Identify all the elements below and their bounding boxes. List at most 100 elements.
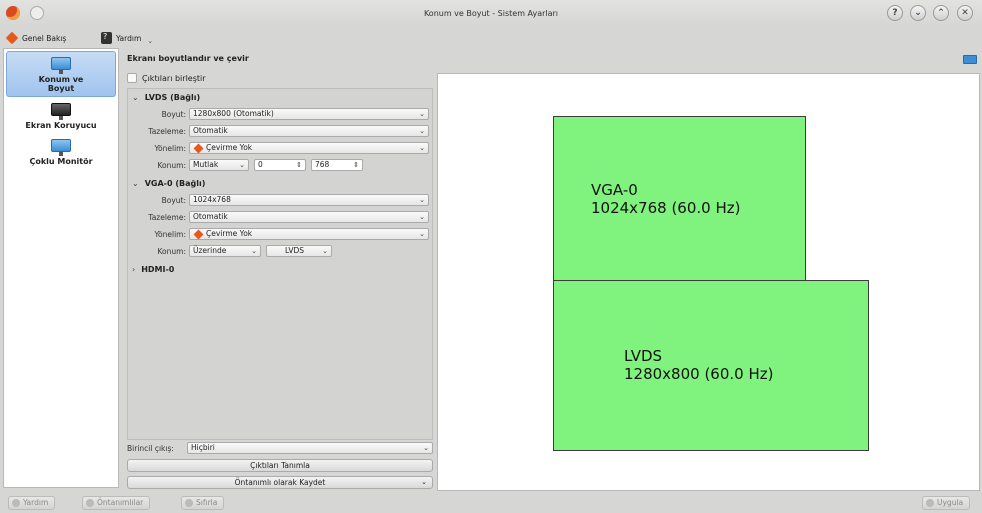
- collapse-arrow-icon: ›: [132, 265, 136, 274]
- reset-icon: [185, 499, 193, 507]
- chevron-down-icon: ⌄: [419, 213, 425, 221]
- help-button[interactable]: Yardım: [8, 496, 56, 510]
- spin-arrows-icon: ⇕: [296, 161, 302, 169]
- screen-mode: 1280x800 (60.0 Hz): [624, 365, 774, 383]
- lvds-position-x-value: 0: [258, 160, 263, 169]
- lvds-header-label: LVDS (Bağlı): [144, 93, 201, 102]
- vga-position-relative-select[interactable]: LVDS ⌄: [266, 245, 332, 257]
- overview-icon: [5, 31, 19, 45]
- sidebar-item-label: Boyut: [47, 84, 75, 93]
- defaults-icon: [86, 499, 94, 507]
- sidebar-item-label: Konum ve: [38, 75, 84, 84]
- overview-button[interactable]: Genel Bakış: [5, 31, 67, 45]
- combine-outputs-label: Çıktıları birleştir: [142, 73, 206, 83]
- chevron-down-icon: ⌄: [251, 247, 257, 255]
- vga-section-header[interactable]: ⌄ VGA-0 (Bağlı): [132, 179, 205, 188]
- lvds-refresh-value: Otomatik: [193, 126, 228, 135]
- orientation-label: Yönelim:: [154, 144, 186, 153]
- lvds-position-mode-value: Mutlak: [193, 160, 219, 169]
- screensaver-monitor-icon: [51, 103, 71, 120]
- defaults-button-label: Öntanımlılar: [97, 498, 144, 507]
- vga-position-mode-select[interactable]: Üzerinde ⌄: [189, 245, 261, 257]
- minimize-button[interactable]: ⌄: [910, 5, 926, 21]
- sidebar-item-position-size[interactable]: Konum ve Boyut: [6, 51, 116, 97]
- help-menu-button[interactable]: Yardım ⌄: [101, 31, 153, 45]
- lvds-orientation-value: Çevirme Yok: [206, 143, 253, 152]
- sidebar-item-multi-monitor[interactable]: Çoklu Monitör: [6, 137, 116, 173]
- lvds-section-header[interactable]: ⌄ LVDS (Bağlı): [132, 93, 200, 102]
- reset-button-label: Sıfırla: [196, 498, 218, 507]
- vga-refresh-select[interactable]: Otomatik ⌄: [189, 211, 429, 223]
- monitor-icon: [963, 55, 977, 64]
- size-label: Boyut:: [161, 196, 186, 205]
- title-bar: Konum ve Boyut - Sistem Ayarları ? ⌄ ⌃ ✕: [0, 0, 982, 28]
- rotation-icon: [193, 229, 204, 239]
- chevron-down-icon: ⌄: [147, 36, 154, 45]
- help-icon: [12, 499, 20, 507]
- help-button-label: Yardım: [23, 498, 49, 507]
- vga-refresh-value: Otomatik: [193, 212, 228, 221]
- rotation-icon: [193, 143, 204, 153]
- combine-outputs-option[interactable]: Çıktıları birleştir: [127, 73, 206, 83]
- apply-check-icon: [926, 499, 934, 507]
- defaults-button[interactable]: Öntanımlılar: [82, 496, 151, 510]
- outputs-panel: ⌄ LVDS (Bağlı) Boyut: 1280x800 (Otomatik…: [127, 88, 433, 440]
- lvds-position-x-spinbox[interactable]: 0 ⇕: [254, 159, 306, 171]
- save-as-default-button[interactable]: Öntanımlı olarak Kaydet ⌄: [127, 476, 433, 489]
- vga-orientation-select[interactable]: Çevirme Yok ⌄: [189, 228, 429, 240]
- monitor-icon: [51, 57, 71, 74]
- size-label: Boyut:: [161, 110, 186, 119]
- chevron-down-icon: ⌄: [239, 161, 245, 169]
- vga-header-label: VGA-0 (Bağlı): [144, 179, 206, 188]
- vga-position-relative-value: LVDS: [285, 246, 305, 255]
- chevron-down-icon: ⌄: [421, 478, 427, 486]
- sidebar-item-label: Ekran Koruyucu: [25, 121, 97, 130]
- lvds-size-select[interactable]: 1280x800 (Otomatik) ⌄: [189, 108, 429, 120]
- primary-output-select[interactable]: Hiçbiri ⌄: [187, 442, 433, 454]
- reset-button[interactable]: Sıfırla: [181, 496, 225, 510]
- identify-outputs-button[interactable]: Çıktıları Tanımla: [127, 459, 433, 472]
- position-label: Konum:: [157, 247, 186, 256]
- sidebar: Konum ve Boyut Ekran Koruyucu Çoklu Moni…: [3, 48, 119, 488]
- screen-mode: 1024x768 (60.0 Hz): [591, 199, 741, 217]
- lvds-size-value: 1280x800 (Otomatik): [193, 109, 274, 118]
- chevron-down-icon: ⌄: [419, 230, 425, 238]
- orientation-label: Yönelim:: [154, 230, 186, 239]
- chevron-down-icon: ⌄: [419, 110, 425, 118]
- screen-lvds[interactable]: LVDS 1280x800 (60.0 Hz): [553, 280, 869, 451]
- overview-label: Genel Bakış: [22, 33, 67, 43]
- chevron-down-icon: ⌄: [419, 144, 425, 152]
- refresh-label: Tazeleme:: [148, 213, 186, 222]
- lvds-position-mode-select[interactable]: Mutlak ⌄: [189, 159, 249, 171]
- screen-name: VGA-0: [591, 181, 638, 199]
- screen-vga[interactable]: VGA-0 1024x768 (60.0 Hz): [553, 116, 806, 284]
- combine-outputs-checkbox[interactable]: [127, 73, 137, 83]
- sidebar-item-label: Çoklu Monitör: [29, 157, 93, 166]
- window-title: Konum ve Boyut - Sistem Ayarları: [423, 9, 559, 18]
- vga-size-select[interactable]: 1024x768 ⌄: [189, 194, 429, 206]
- help-label: Yardım: [116, 33, 142, 43]
- page-title: Ekranı boyutlandır ve çevir: [127, 54, 249, 63]
- maximize-button[interactable]: ⌃: [933, 5, 949, 21]
- monitor-icon: [51, 139, 71, 156]
- primary-output-value: Hiçbiri: [191, 443, 215, 452]
- help-icon: [101, 32, 112, 44]
- chevron-down-icon: ⌄: [423, 444, 429, 452]
- toolbar: Genel Bakış Yardım ⌄: [0, 28, 982, 48]
- lvds-refresh-select[interactable]: Otomatik ⌄: [189, 125, 429, 137]
- vga-orientation-value: Çevirme Yok: [206, 229, 253, 238]
- chevron-down-icon: ⌄: [419, 196, 425, 204]
- chevron-down-icon: ⌄: [419, 127, 425, 135]
- hdmi-header-label: HDMI-0: [141, 265, 175, 274]
- lvds-position-y-spinbox[interactable]: 768 ⇕: [311, 159, 363, 171]
- spin-arrows-icon: ⇕: [353, 161, 359, 169]
- sidebar-item-screensaver[interactable]: Ekran Koruyucu: [6, 101, 116, 137]
- layout-preview: VGA-0 1024x768 (60.0 Hz) LVDS 1280x800 (…: [437, 73, 980, 491]
- apply-button[interactable]: Uygula: [922, 496, 971, 510]
- lvds-orientation-select[interactable]: Çevirme Yok ⌄: [189, 142, 429, 154]
- hdmi-section-header[interactable]: › HDMI-0: [132, 265, 174, 274]
- close-button[interactable]: ✕: [957, 5, 973, 21]
- help-window-button[interactable]: ?: [887, 5, 903, 21]
- position-label: Konum:: [157, 161, 186, 170]
- bottom-bar: Yardım Öntanımlılar Sıfırla Uygula: [0, 493, 982, 513]
